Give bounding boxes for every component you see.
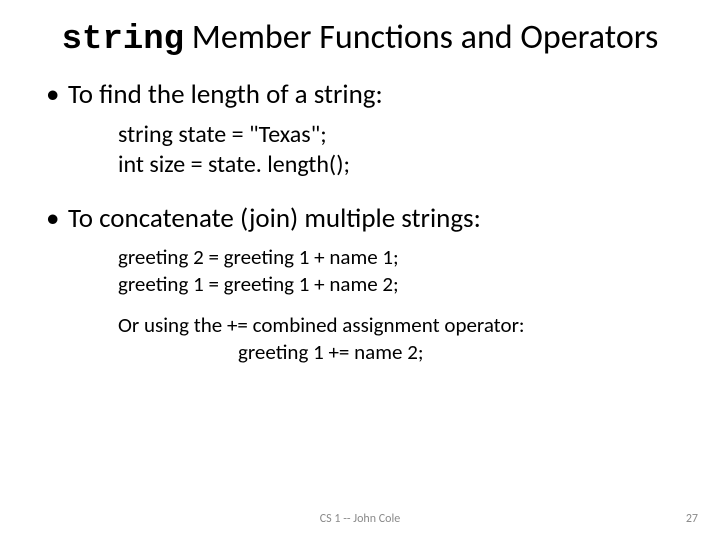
- code-line: greeting 1 = greeting 1 + name 2;: [118, 271, 680, 298]
- note-line: Or using the += combined assignment oper…: [118, 312, 680, 339]
- title-mono: string: [62, 21, 184, 59]
- footer-author: CS 1 -- John Cole: [0, 512, 720, 526]
- code-length-block: string state = "Texas"; int size = state…: [118, 120, 680, 180]
- note-block: Or using the += combined assignment oper…: [118, 312, 680, 367]
- title-rest: Member Functions and Operators: [184, 17, 658, 58]
- bullet-list: To concatenate (join) multiple strings:: [40, 202, 680, 236]
- slide-title: string Member Functions and Operators: [40, 18, 680, 60]
- bullet-list: To find the length of a string:: [40, 78, 680, 112]
- bullet-concat: To concatenate (join) multiple strings:: [40, 202, 680, 236]
- code-line: greeting 2 = greeting 1 + name 1;: [118, 244, 680, 271]
- code-line: string state = "Texas";: [118, 120, 680, 150]
- slide: string Member Functions and Operators To…: [0, 0, 720, 540]
- note-line: greeting 1 += name 2;: [118, 339, 680, 366]
- bullet-length: To find the length of a string:: [40, 78, 680, 112]
- slide-number: 27: [686, 512, 698, 526]
- code-concat-block: greeting 2 = greeting 1 + name 1; greeti…: [118, 244, 680, 299]
- code-line: int size = state. length();: [118, 150, 680, 180]
